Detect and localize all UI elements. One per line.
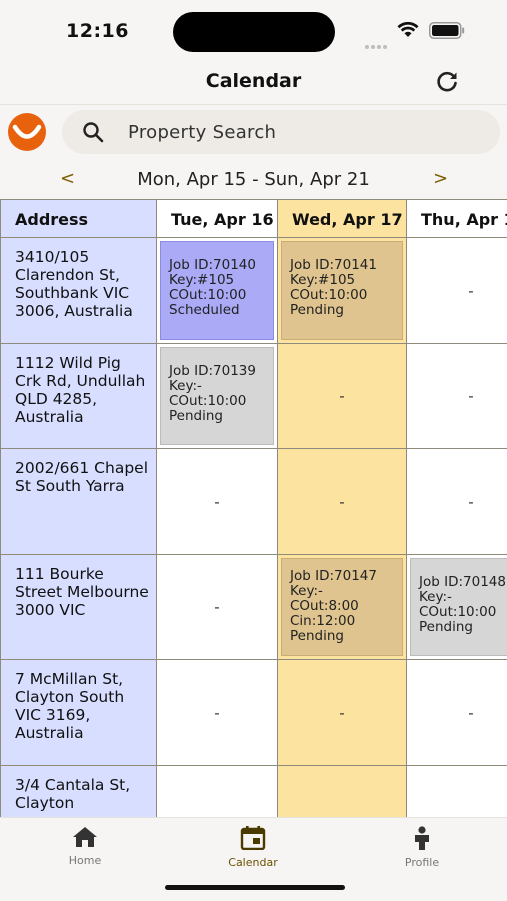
schedule-table: AddressTue, Apr 16Wed, Apr 17Thu, Apr 18… [0,199,507,817]
empty-day-cell[interactable]: - [277,659,407,766]
person-icon [415,826,429,850]
battery-icon [429,22,465,39]
property-search-field[interactable]: Property Search [62,110,500,154]
home-indicator [165,885,345,890]
empty-day-cell[interactable] [406,765,507,817]
job-card-line: COut:10:00 [419,604,497,620]
day-cell[interactable]: Job ID:70148 Key:- COut:10:00 Pending [406,554,507,660]
empty-day-cell[interactable]: - [406,343,507,449]
job-card-line: Key:- [419,589,452,605]
job-card-line: COut:10:00 [169,287,247,303]
address-cell[interactable]: 2002/661 Chapel St South Yarra [0,448,157,555]
day-cell[interactable]: Job ID:70139 Key:- COut:10:00 Pending [156,343,278,449]
tab-profile[interactable]: Profile [367,826,477,869]
day-cell[interactable]: Job ID:70140 Key:#105 COut:10:00 Scheduled [156,237,278,344]
empty-day-cell[interactable]: - [406,448,507,555]
empty-marker: - [214,703,220,722]
empty-day-cell[interactable]: - [277,448,407,555]
status-time: 12:16 [66,20,129,42]
empty-marker: - [339,387,345,405]
empty-marker: - [214,492,220,511]
job-card-line: Cin:12:00 [290,613,356,629]
job-card-line: Pending [290,302,344,318]
empty-marker: - [339,703,345,722]
empty-marker: - [468,703,474,722]
dynamic-island [173,12,335,52]
empty-marker: - [214,598,220,616]
job-card-line: COut:10:00 [290,287,368,303]
job-card-line: Key:#105 [169,272,235,288]
calendar-icon [240,826,266,850]
empty-day-cell[interactable] [156,765,278,817]
nav-header: Calendar [0,60,507,105]
empty-day-cell[interactable]: - [406,659,507,766]
job-card-line: Scheduled [169,302,240,318]
job-card-line: Key:- [169,378,202,394]
tab-profile-label: Profile [404,856,440,869]
empty-marker: - [468,387,474,405]
column-header: Thu, Apr 18 [406,199,507,238]
column-header: Wed, Apr 17 [277,199,407,238]
page-title: Calendar [205,70,302,92]
week-navigator: < Mon, Apr 15 - Sun, Apr 21 > [0,166,507,194]
address-cell[interactable]: 7 McMillan St, Clayton South VIC 3169, A… [0,659,157,766]
cellular-signal-icon [365,34,391,49]
address-cell[interactable]: 3/4 Cantala St, Clayton [0,765,157,817]
search-icon [83,122,104,143]
job-card[interactable]: Job ID:70140 Key:#105 COut:10:00 Scheduled [160,241,274,340]
job-card-line: Key:#105 [290,272,356,288]
job-card[interactable]: Job ID:70139 Key:- COut:10:00 Pending [160,347,274,445]
empty-day-cell[interactable]: - [156,448,278,555]
search-placeholder: Property Search [128,122,277,143]
address-cell[interactable]: 3410/105 Clarendon St, Southbank VIC 300… [0,237,157,344]
week-range-label: Mon, Apr 15 - Sun, Apr 21 [137,169,370,190]
empty-marker: - [468,492,474,511]
day-cell[interactable]: Job ID:70141 Key:#105 COut:10:00 Pending [277,237,407,344]
job-card-line: Job ID:70141 [290,257,377,273]
status-bar: 12:16 [0,0,507,60]
job-card[interactable]: Job ID:70147 Key:- COut:8:00 Cin:12:00 Pendi… [281,558,403,656]
job-card-line: Job ID:70147 [290,568,377,584]
tab-calendar-label: Calendar [228,856,278,869]
empty-marker: - [468,281,474,300]
job-card[interactable]: Job ID:70148 Key:- COut:10:00 Pending [410,558,507,656]
tab-calendar[interactable]: Calendar [198,826,308,869]
wifi-icon [397,22,419,37]
column-header: Address [0,199,157,238]
job-card-line: Pending [290,628,344,644]
job-card-line: Job ID:70140 [169,257,256,273]
job-card-line: COut:8:00 [290,598,359,614]
job-card[interactable]: Job ID:70141 Key:#105 COut:10:00 Pending [281,241,403,340]
empty-day-cell[interactable]: - [156,659,278,766]
empty-day-cell[interactable] [277,765,407,817]
empty-marker: - [339,492,345,511]
job-card-line: Job ID:70148 [419,574,506,590]
job-card-line: Key:- [290,583,323,599]
day-cell[interactable]: Job ID:70147 Key:- COut:8:00 Cin:12:00 Pendi… [277,554,407,660]
address-cell[interactable]: 111 Bourke Street Melbourne 3000 VIC [0,554,157,660]
tab-home[interactable]: Home [30,826,140,867]
column-header: Tue, Apr 16 [156,199,278,238]
app-logo [8,113,46,151]
refresh-icon[interactable] [433,68,461,96]
job-card-line: Pending [169,408,223,424]
empty-day-cell[interactable]: - [277,343,407,449]
home-icon [73,827,97,847]
job-card-line: Job ID:70139 [169,363,256,379]
tab-home-label: Home [68,854,102,867]
job-card-line: COut:10:00 [169,393,247,409]
address-cell[interactable]: 1112 Wild Pig Crk Rd, Undullah QLD 4285,… [0,343,157,449]
next-week-button[interactable]: > [433,168,448,189]
empty-day-cell[interactable]: - [156,554,278,660]
job-card-line: Pending [419,619,473,635]
empty-day-cell[interactable]: - [406,237,507,344]
